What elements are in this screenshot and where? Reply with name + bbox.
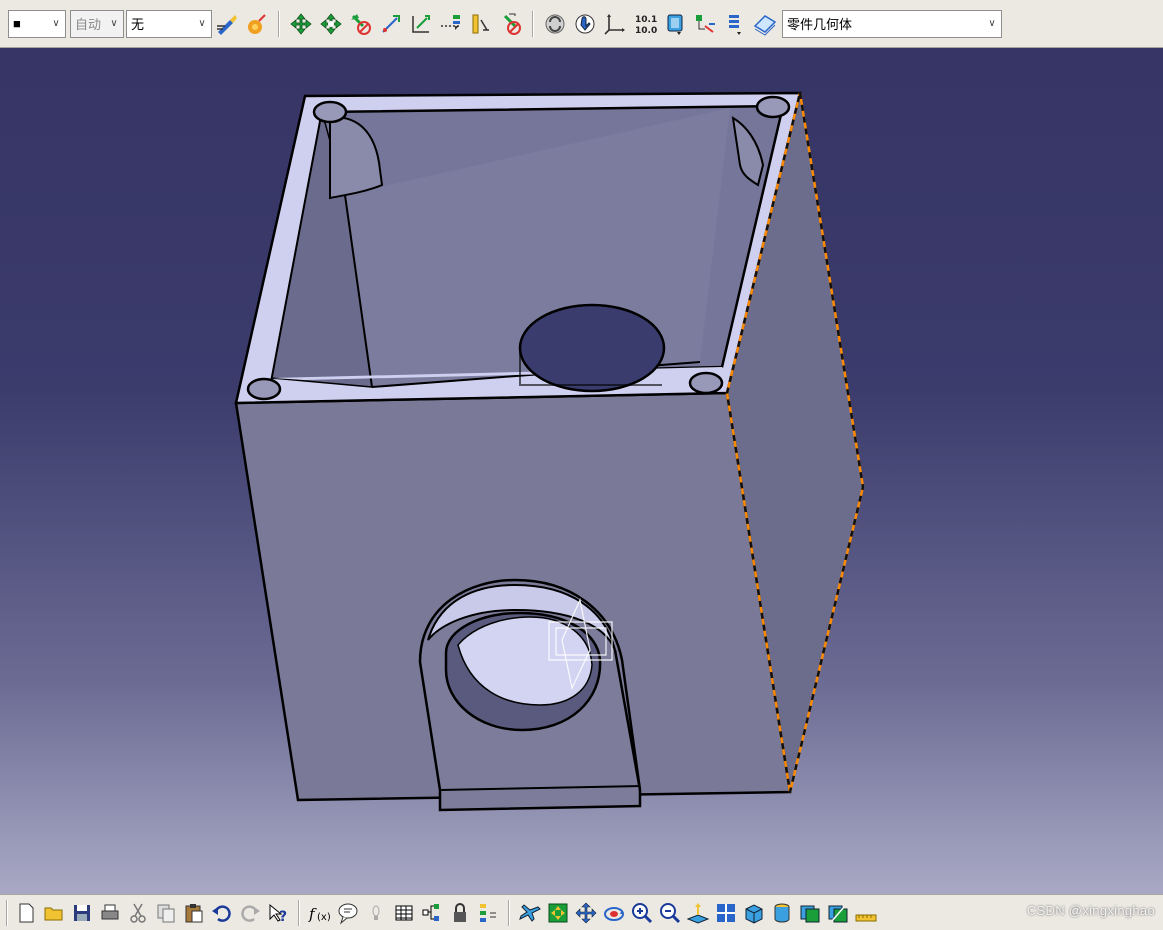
measure-icon[interactable]: [600, 9, 630, 39]
axis-system-icon[interactable]: [570, 9, 600, 39]
knowledge-icon[interactable]: [334, 898, 362, 928]
color-combo-value: ■: [13, 16, 21, 31]
apply-material-icon[interactable]: [242, 9, 272, 39]
toolbar-separator: [6, 899, 8, 926]
chevron-down-icon: ∨: [52, 17, 60, 29]
boolean-icon[interactable]: [660, 9, 690, 39]
rotate-icon[interactable]: [600, 898, 628, 928]
redo-icon[interactable]: [236, 898, 264, 928]
constraint-icon[interactable]: [286, 9, 316, 39]
toolbar-separator: [508, 899, 510, 926]
catalog-icon[interactable]: [418, 898, 446, 928]
svg-text:10.0: 10.0: [635, 26, 657, 36]
swap-space-icon[interactable]: [824, 898, 852, 928]
lock-icon[interactable]: [446, 898, 474, 928]
open-file-icon[interactable]: [40, 898, 68, 928]
fix-icon[interactable]: [376, 9, 406, 39]
tree-expand-icon[interactable]: [474, 898, 502, 928]
zoom-out-icon[interactable]: [656, 898, 684, 928]
whats-this-icon[interactable]: ?: [264, 898, 292, 928]
corner-hole-2: [755, 95, 791, 119]
layer-combo[interactable]: 无 ∨: [126, 9, 212, 38]
toolbar-separator: [532, 10, 534, 37]
3d-compass-icon[interactable]: 10.1 10.0: [630, 9, 660, 39]
color-combo[interactable]: ■ ∨: [8, 9, 66, 38]
corner-hole-3: [246, 377, 282, 401]
linetype-combo-value: 自动: [75, 17, 102, 32]
toolbar-separator: [278, 10, 280, 37]
3d-viewport[interactable]: [0, 48, 1163, 894]
new-file-icon[interactable]: [12, 898, 40, 928]
geometry-body-combo-value: 零件几何体: [787, 17, 853, 32]
cut-icon[interactable]: [124, 898, 152, 928]
toolbar-separator: [298, 899, 300, 926]
constraint-defined-icon[interactable]: [316, 9, 346, 39]
back-hole: [518, 303, 666, 393]
chevron-down-icon: ∨: [198, 17, 206, 29]
layer-combo-value: 无: [131, 17, 145, 32]
top-toolbar: ■ ∨ 自动 ∨ 无 ∨ 10.1 10.0 零件几何体 ∨: [0, 0, 1163, 48]
svg-text:10.1: 10.1: [635, 15, 657, 25]
chevron-down-icon: ∨: [110, 17, 118, 29]
layer-filter-icon[interactable]: [750, 9, 780, 39]
parallel-icon[interactable]: [466, 9, 496, 39]
hide-show-icon[interactable]: [796, 898, 824, 928]
geometry-body-combo[interactable]: 零件几何体 ∨: [782, 9, 1002, 38]
distance-constraint-icon[interactable]: [406, 9, 436, 39]
formula-icon[interactable]: f (x): [306, 898, 334, 928]
part-geometry: [234, 91, 865, 812]
normal-view-icon[interactable]: [684, 898, 712, 928]
svg-text:(x): (x): [317, 912, 331, 923]
measure-inertia-icon[interactable]: [852, 898, 880, 928]
geometry-body-icon[interactable]: [720, 9, 750, 39]
fix-together-icon[interactable]: [436, 9, 466, 39]
sketch-icon[interactable]: [540, 9, 570, 39]
corner-hole-4: [688, 371, 724, 395]
zoom-in-icon[interactable]: [628, 898, 656, 928]
corner-hole-1: [312, 100, 348, 124]
svg-text:f: f: [308, 905, 317, 923]
paste-icon[interactable]: [180, 898, 208, 928]
lightbulb-icon[interactable]: [362, 898, 390, 928]
copy-icon[interactable]: [152, 898, 180, 928]
anchor-icon[interactable]: [346, 9, 376, 39]
bottom-toolbar: ? f (x): [0, 894, 1163, 930]
graphic-properties-icon[interactable]: [212, 9, 242, 39]
fit-all-icon[interactable]: [544, 898, 572, 928]
design-table-icon[interactable]: [390, 898, 418, 928]
linetype-combo[interactable]: 自动 ∨: [70, 9, 124, 38]
fly-mode-icon[interactable]: [516, 898, 544, 928]
pan-icon[interactable]: [572, 898, 600, 928]
save-icon[interactable]: [68, 898, 96, 928]
iso-view-icon[interactable]: [740, 898, 768, 928]
quick-view-icon[interactable]: [712, 898, 740, 928]
print-icon[interactable]: [96, 898, 124, 928]
undo-icon[interactable]: [208, 898, 236, 928]
chevron-down-icon: ∨: [988, 17, 996, 29]
svg-text:?: ?: [279, 909, 287, 925]
update-icon[interactable]: [496, 9, 526, 39]
watermark-text: CSDN @xingxinghao: [1026, 903, 1155, 918]
shading-icon[interactable]: [768, 898, 796, 928]
tree-icon[interactable]: [690, 9, 720, 39]
